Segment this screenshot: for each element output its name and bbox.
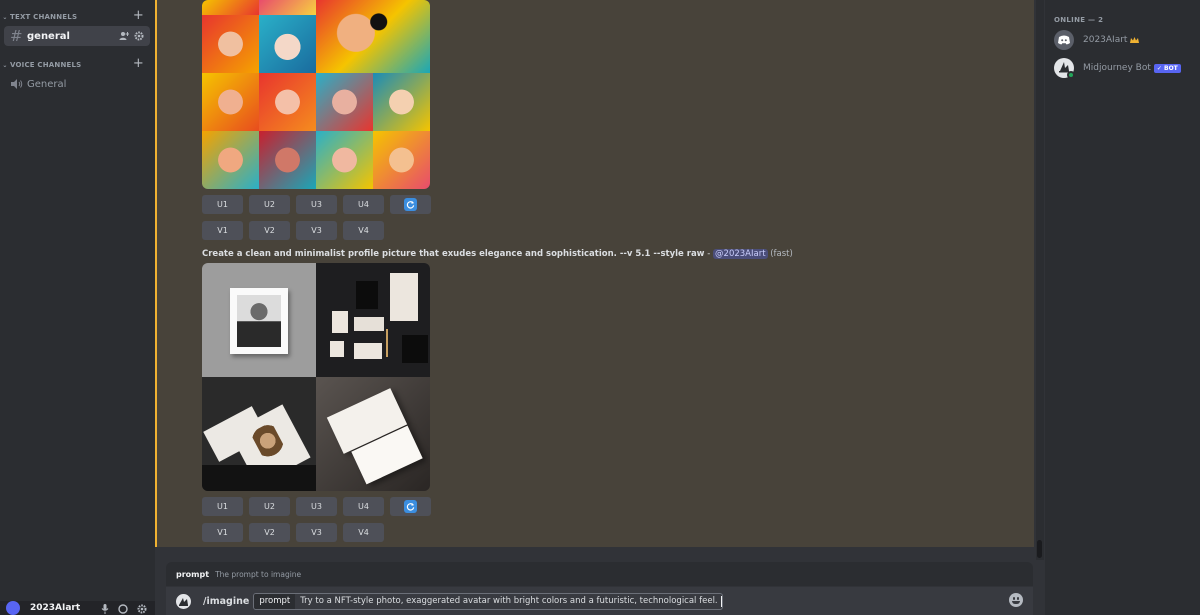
avatar[interactable]: [6, 601, 20, 615]
prompt-input[interactable]: Try to a NFT-style photo, exaggerated av…: [295, 594, 720, 609]
speed-label: (fast): [770, 249, 793, 259]
speaker-icon: [11, 79, 23, 89]
add-channel-icon[interactable]: +: [133, 56, 144, 71]
gear-icon[interactable]: [137, 604, 147, 614]
v4-button[interactable]: V4: [343, 523, 384, 542]
discord-logo-icon: [1058, 35, 1070, 45]
image-grid-popart[interactable]: [202, 0, 430, 189]
channel-label: General: [27, 78, 67, 90]
v3-button[interactable]: V3: [296, 523, 337, 542]
member-name: Midjourney Bot ✓ BOT: [1083, 63, 1181, 73]
option-name: prompt: [254, 593, 296, 609]
message-composer[interactable]: /imagine prompt Try to a NFT-style photo…: [166, 587, 1033, 615]
category-label: VOICE CHANNELS: [10, 61, 82, 69]
v3-button[interactable]: V3: [296, 221, 337, 240]
variation-button-row: V1 V2 V3 V4: [202, 523, 384, 542]
hashtag-icon: #: [10, 26, 23, 45]
v4-button[interactable]: V4: [343, 221, 384, 240]
command-option-hint: prompt The prompt to imagine: [166, 562, 1033, 586]
channel-general-voice[interactable]: General: [4, 74, 150, 94]
prompt-text: Create a clean and minimalist profile pi…: [202, 249, 705, 259]
bot-badge: ✓ BOT: [1153, 63, 1181, 73]
chevron-down-icon: ⌄: [2, 61, 8, 69]
online-status-dot: [1067, 71, 1075, 79]
slash-command: /imagine: [203, 595, 250, 607]
member-name: 2023AIart: [1083, 35, 1140, 45]
refresh-icon: [404, 198, 417, 211]
reroll-button[interactable]: [390, 195, 431, 214]
add-channel-icon[interactable]: +: [133, 8, 144, 23]
framed-portrait-image: [202, 263, 316, 377]
avatar: [1054, 58, 1075, 79]
channel-sidebar: ⌄ TEXT CHANNELS + # general ⌄ VOICE CHAN…: [0, 0, 155, 615]
reroll-button[interactable]: [390, 497, 431, 516]
hint-option-name: prompt: [176, 569, 210, 579]
channel-label: general: [27, 30, 70, 42]
upscale-button-row: U1 U2 U3 U4: [202, 497, 431, 516]
chevron-down-icon: ⌄: [2, 13, 8, 21]
emoji-picker-icon[interactable]: [1009, 593, 1023, 607]
chat-area: U1 U2 U3 U4 V1 V2 V3 V4 Create a clean a…: [155, 0, 1045, 615]
headphones-icon[interactable]: [118, 604, 128, 614]
v1-button[interactable]: V1: [202, 221, 243, 240]
scrollbar-thumb[interactable]: [1037, 540, 1042, 558]
u4-button[interactable]: U4: [343, 195, 384, 214]
username: 2023AIart: [30, 603, 81, 613]
scrollbar-track[interactable]: [1036, 0, 1044, 560]
hint-option-description: The prompt to imagine: [215, 569, 302, 579]
invite-icon[interactable]: [119, 31, 129, 41]
u2-button[interactable]: U2: [249, 195, 290, 214]
channel-general[interactable]: # general: [4, 26, 150, 46]
text-channels-category[interactable]: ⌄ TEXT CHANNELS +: [0, 8, 155, 24]
avatar: [1054, 30, 1074, 50]
gear-icon[interactable]: [134, 31, 144, 41]
user-mention[interactable]: @2023AIart: [713, 249, 768, 259]
v2-button[interactable]: V2: [249, 523, 290, 542]
v1-button[interactable]: V1: [202, 523, 243, 542]
member-midjourney-bot[interactable]: Midjourney Bot ✓ BOT: [1054, 57, 1194, 79]
text-caret: [720, 595, 722, 607]
business-card-image: [202, 377, 316, 491]
u1-button[interactable]: U1: [202, 195, 243, 214]
variation-button-row: V1 V2 V3 V4: [202, 221, 384, 240]
crown-icon: [1130, 36, 1140, 43]
separator: -: [704, 249, 714, 259]
white-cards-image: [316, 377, 430, 491]
midjourney-bot-icon: [176, 593, 191, 609]
member-2023aiart[interactable]: 2023AIart: [1054, 29, 1194, 51]
u1-button[interactable]: U1: [202, 497, 243, 516]
discord-app: ⌄ TEXT CHANNELS + # general ⌄ VOICE CHAN…: [0, 0, 1200, 615]
stationery-flatlay-image: [316, 263, 430, 377]
u3-button[interactable]: U3: [296, 497, 337, 516]
online-header: ONLINE — 2: [1054, 16, 1104, 24]
message-prompt-line: Create a clean and minimalist profile pi…: [202, 249, 793, 259]
u4-button[interactable]: U4: [343, 497, 384, 516]
category-label: TEXT CHANNELS: [10, 13, 78, 21]
microphone-icon[interactable]: [101, 604, 109, 614]
u2-button[interactable]: U2: [249, 497, 290, 516]
user-panel: 2023AIart: [0, 601, 155, 615]
prompt-option-chip[interactable]: prompt Try to a NFT-style photo, exagger…: [253, 592, 723, 610]
v2-button[interactable]: V2: [249, 221, 290, 240]
upscale-button-row: U1 U2 U3 U4: [202, 195, 431, 214]
refresh-icon: [404, 500, 417, 513]
member-list: ONLINE — 2 2023AIart Midjourney Bot ✓ BO…: [1045, 0, 1200, 615]
popart-portrait-large: [316, 0, 430, 73]
u3-button[interactable]: U3: [296, 195, 337, 214]
image-grid-minimalist[interactable]: [202, 263, 430, 491]
voice-channels-category[interactable]: ⌄ VOICE CHANNELS +: [0, 56, 155, 72]
